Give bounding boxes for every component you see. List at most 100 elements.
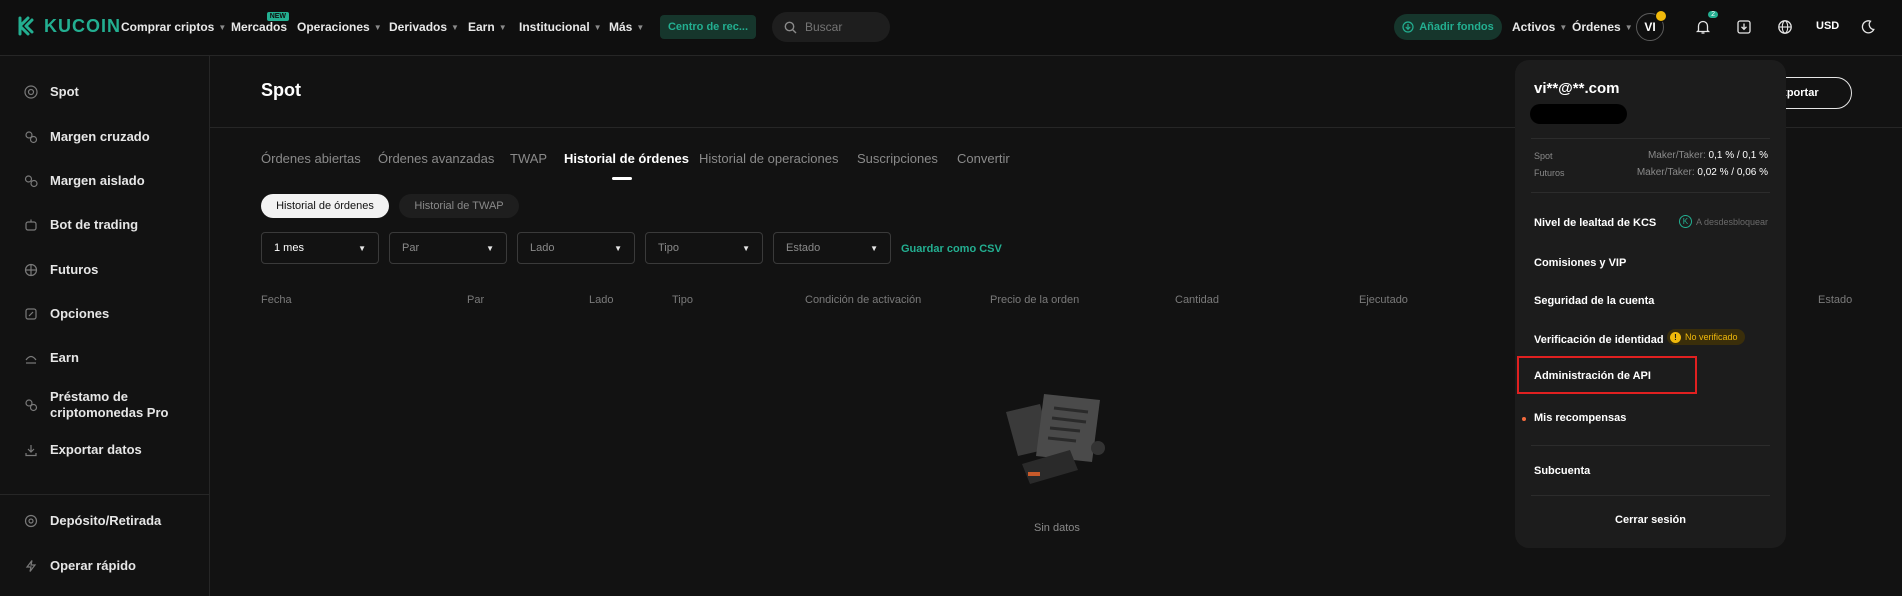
- download-icon: [1737, 20, 1751, 34]
- export-icon: [25, 445, 37, 457]
- tab-suscripciones[interactable]: Suscripciones: [857, 151, 938, 166]
- empty-state-text: Sin datos: [1034, 522, 1080, 534]
- bot-icon: [25, 219, 37, 231]
- tab-ordenes-abiertas[interactable]: Órdenes abiertas: [261, 151, 361, 166]
- kcs-loyalty-badge: K A desdesbloquear: [1678, 215, 1768, 228]
- nav-operaciones[interactable]: Operaciones ▼: [297, 20, 382, 34]
- sidebar-item-label: Exportar datos: [50, 442, 142, 457]
- earn-icon: [25, 355, 37, 364]
- search-box[interactable]: [772, 12, 890, 42]
- tab-twap[interactable]: TWAP: [510, 151, 547, 166]
- quick-trade-icon: [25, 560, 37, 572]
- nav-label: Comprar criptos: [121, 20, 215, 34]
- add-funds-label: Añadir fondos: [1419, 21, 1494, 33]
- chevron-down-icon: ▼: [218, 22, 227, 32]
- status-select[interactable]: Estado ▼: [773, 232, 891, 264]
- tab-convertir[interactable]: Convertir: [957, 151, 1010, 166]
- caret-down-icon: ▼: [742, 243, 750, 253]
- logout-button[interactable]: Cerrar sesión: [1515, 514, 1786, 526]
- tab-historial-de-ordenes[interactable]: Historial de órdenes: [564, 151, 689, 166]
- sidebar-item-prestamo[interactable]: Préstamo de criptomonedas Pro: [24, 389, 168, 421]
- sidebar-item-margen-cruzado[interactable]: Margen cruzado: [24, 129, 150, 144]
- sidebar-item-exportar-datos[interactable]: Exportar datos: [24, 442, 142, 457]
- sidebar-item-margen-aislado[interactable]: Margen aislado: [24, 173, 145, 188]
- menu-my-rewards[interactable]: Mis recompensas: [1534, 412, 1626, 424]
- menu-subaccount[interactable]: Subcuenta: [1534, 465, 1590, 477]
- chevron-down-icon: ▼: [636, 22, 645, 32]
- search-icon: [784, 21, 797, 33]
- search-input[interactable]: [803, 19, 887, 35]
- menu-kcs-loyalty[interactable]: Nivel de lealtad de KCS: [1534, 217, 1656, 229]
- save-csv-link[interactable]: Guardar como CSV: [901, 243, 1002, 255]
- nav-label: Órdenes: [1572, 20, 1621, 34]
- rewards-center-button[interactable]: Centro de rec...: [660, 15, 756, 39]
- sidebar-item-label: Margen aislado: [50, 173, 145, 188]
- language-button[interactable]: [1774, 16, 1796, 38]
- futures-icon: [24, 263, 38, 277]
- menu-account-security[interactable]: Seguridad de la cuenta: [1534, 295, 1654, 307]
- side-select[interactable]: Lado ▼: [517, 232, 635, 264]
- sidebar: Spot Margen cruzado Margen aislado Bot d…: [0, 56, 210, 596]
- nav-mas[interactable]: Más ▼: [609, 20, 644, 34]
- avatar[interactable]: VI: [1636, 10, 1667, 41]
- period-select[interactable]: 1 mes ▼: [261, 232, 379, 264]
- nav-institucional[interactable]: Institucional ▼: [519, 20, 602, 34]
- sidebar-item-operar-rapido[interactable]: Operar rápido: [24, 558, 136, 573]
- select-value: Par: [402, 242, 420, 254]
- menu-identity-verification[interactable]: Verificación de identidad: [1534, 334, 1664, 346]
- fee-value-futuros: Maker/Taker: 0,02 % / 0,06 %: [1637, 167, 1768, 178]
- nav-activos[interactable]: Activos ▼: [1512, 20, 1567, 34]
- nav-ordenes[interactable]: Órdenes ▼: [1572, 20, 1633, 34]
- account-dropdown: vi**@**.com Spot Maker/Taker: 0,1 % / 0,…: [1515, 60, 1786, 548]
- empty-state-illustration: [1006, 394, 1105, 484]
- sidebar-item-spot[interactable]: Spot: [24, 84, 79, 99]
- select-value: Tipo: [658, 242, 679, 254]
- column-header: Ejecutado: [1359, 294, 1408, 306]
- subtab-historial-de-twap[interactable]: Historial de TWAP: [399, 194, 519, 218]
- subtab-historial-de-ordenes[interactable]: Historial de órdenes: [261, 194, 389, 218]
- menu-fees-vip[interactable]: Comisiones y VIP: [1534, 257, 1626, 269]
- sidebar-item-opciones[interactable]: Opciones: [24, 306, 109, 321]
- nav-label: Operaciones: [297, 20, 370, 34]
- menu-api-management[interactable]: Administración de API: [1534, 370, 1651, 382]
- sidebar-item-label: Futuros: [50, 262, 99, 277]
- download-app-button[interactable]: [1733, 16, 1755, 38]
- tab-historial-de-operaciones[interactable]: Historial de operaciones: [699, 151, 838, 166]
- nav-derivados[interactable]: Derivados ▼: [389, 20, 459, 34]
- currency-selector[interactable]: USD: [1816, 20, 1839, 32]
- sidebar-item-label: Préstamo de criptomonedas Pro: [50, 389, 169, 420]
- pair-select[interactable]: Par ▼: [389, 232, 507, 264]
- top-navigation: KUCOIN Comprar criptos ▼ Mercados NEW Ope…: [0, 0, 1902, 56]
- options-icon: [25, 308, 37, 320]
- sidebar-item-earn[interactable]: Earn: [24, 350, 79, 365]
- column-header: Precio de la orden: [990, 294, 1080, 306]
- kucoin-logo[interactable]: KUCOIN: [16, 15, 121, 37]
- chevron-down-icon: ▼: [593, 22, 602, 32]
- cross-margin-icon: [25, 131, 38, 144]
- kcs-icon: K: [1678, 215, 1692, 228]
- select-value: Estado: [786, 242, 821, 254]
- fee-label-spot: Spot: [1534, 151, 1553, 161]
- nav-earn[interactable]: Earn ▼: [468, 20, 507, 34]
- chevron-down-icon: ▼: [1624, 22, 1633, 32]
- chevron-down-icon: ▼: [1559, 22, 1568, 32]
- column-header: Condición de activación: [805, 294, 922, 306]
- menu-divider: [1531, 495, 1770, 496]
- notifications-button[interactable]: 2: [1692, 11, 1718, 38]
- nav-label: Derivados: [389, 20, 448, 34]
- tab-ordenes-avanzadas[interactable]: Órdenes avanzadas: [378, 151, 494, 166]
- deposit-icon: [1402, 21, 1414, 33]
- type-select[interactable]: Tipo ▼: [645, 232, 763, 264]
- bell-icon: [1695, 20, 1711, 34]
- sidebar-item-bot-de-trading[interactable]: Bot de trading: [24, 217, 138, 232]
- new-reward-dot: [1522, 417, 1526, 421]
- sidebar-item-futuros[interactable]: Futuros: [24, 262, 98, 277]
- nav-mercados[interactable]: Mercados NEW: [231, 12, 290, 34]
- loan-icon: [25, 399, 38, 412]
- sidebar-item-deposito-retirada[interactable]: Depósito/Retirada: [24, 513, 161, 528]
- theme-toggle[interactable]: [1857, 16, 1879, 38]
- column-header: Tipo: [672, 294, 693, 306]
- nav-comprar-criptos[interactable]: Comprar criptos ▼: [121, 20, 226, 34]
- new-badge: NEW: [266, 12, 290, 21]
- add-funds-button[interactable]: Añadir fondos: [1394, 14, 1502, 40]
